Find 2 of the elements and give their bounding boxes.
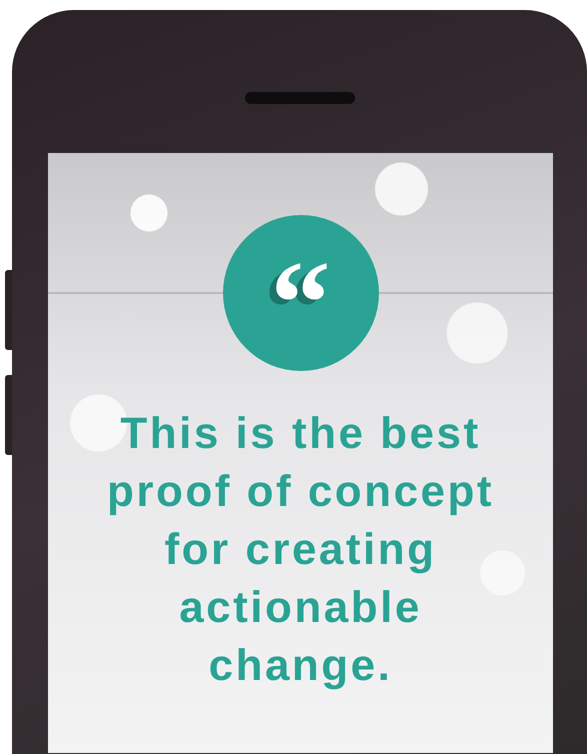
quote-text: This is the best proof of concept for creating actionable change. [106, 408, 496, 692]
quote-mark: “ [270, 258, 330, 328]
